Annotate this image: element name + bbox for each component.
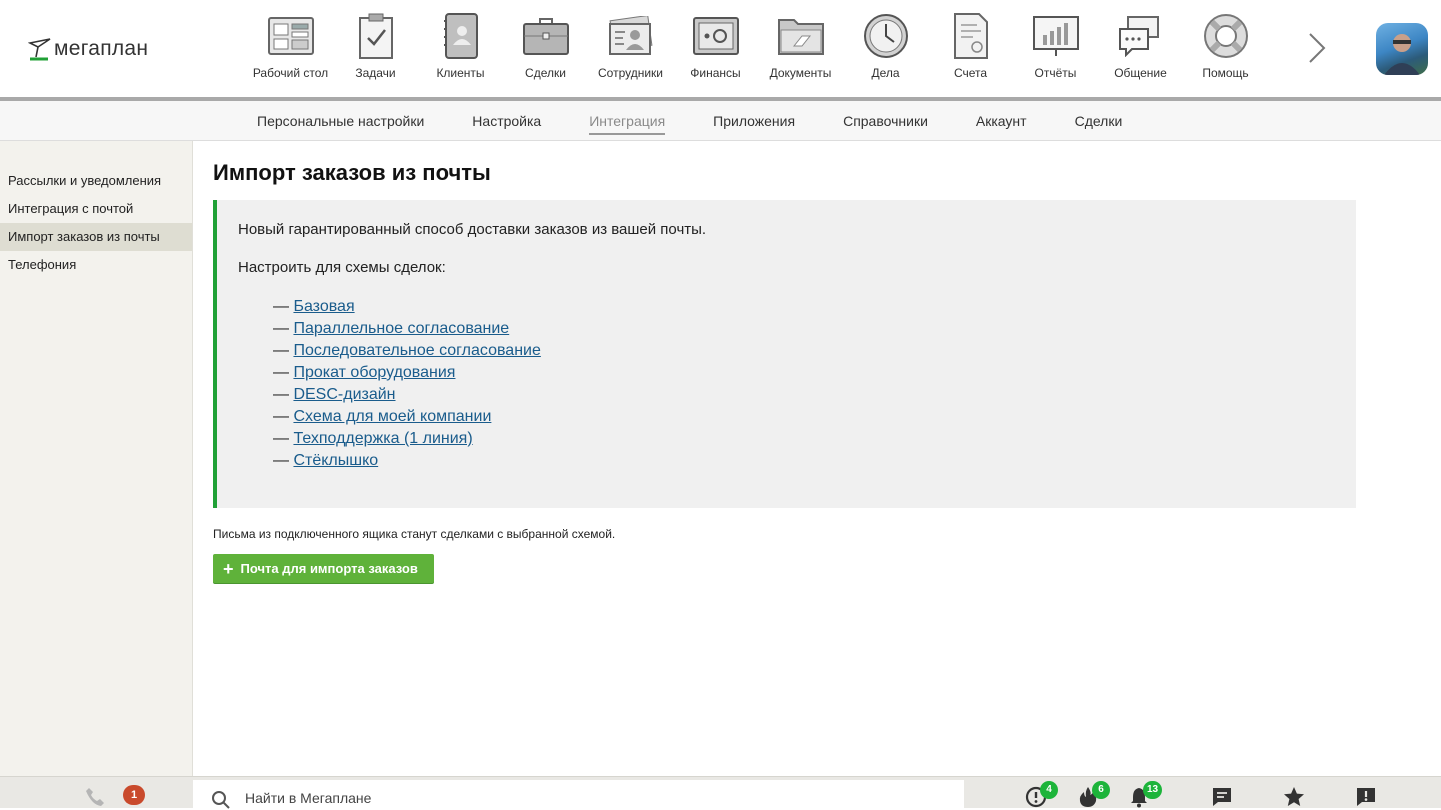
tab-directories[interactable]: Справочники <box>819 101 952 141</box>
configure-label: Настроить для схемы сделок: <box>238 259 446 276</box>
nav-item-finance[interactable]: Финансы <box>673 12 758 80</box>
nav-label: Счета <box>953 66 988 80</box>
add-button-label: Почта для импорта заказов <box>240 561 418 576</box>
alerts-badge[interactable]: 4 <box>1040 781 1058 799</box>
settings-subnav: Персональные настройки Настройка Интегра… <box>0 101 1441 141</box>
tab-settings[interactable]: Настройка <box>448 101 565 141</box>
sidebar-item-telephony[interactable]: Телефония <box>0 251 192 279</box>
search-input[interactable] <box>245 786 945 810</box>
invoices-icon <box>947 12 995 60</box>
message-icon[interactable] <box>1210 785 1234 809</box>
nav-label: Сотрудники <box>598 66 663 80</box>
info-box: Новый гарантированный способ доставки за… <box>213 200 1356 508</box>
tab-account[interactable]: Аккаунт <box>952 101 1051 141</box>
star-icon[interactable] <box>1282 785 1306 809</box>
search-icon <box>212 791 230 809</box>
clock-icon <box>862 12 910 60</box>
list-item: — Стёклышко <box>273 452 379 469</box>
nav-item-help[interactable]: Помощь <box>1183 12 1268 80</box>
page-title: Импорт заказов из почты <box>213 160 491 185</box>
sidebar-item-order-import[interactable]: Импорт заказов из почты <box>0 223 192 251</box>
scheme-link[interactable]: Параллельное согласование <box>293 320 509 337</box>
nav-label: Общение <box>1114 66 1167 80</box>
tab-deals[interactable]: Сделки <box>1051 101 1147 141</box>
main-content: Импорт заказов из почты Новый гарантиров… <box>213 141 1356 583</box>
chat-icon <box>1117 12 1165 60</box>
nav-label: Дела <box>871 66 900 80</box>
nav-item-chat[interactable]: Общение <box>1098 12 1183 80</box>
nav-item-desktop[interactable]: Рабочий стол <box>248 12 333 80</box>
scheme-link[interactable]: Стёклышко <box>293 452 378 469</box>
nav-label: Помощь <box>1202 66 1249 80</box>
nav-label: Отчёты <box>1034 66 1077 80</box>
sidebar-item-mail-integration[interactable]: Интеграция с почтой <box>0 195 192 223</box>
nav-label: Задачи <box>355 66 396 80</box>
list-item: — Прокат оборудования <box>273 364 456 381</box>
scheme-link[interactable]: Базовая <box>293 298 354 315</box>
top-header: мегаплан Рабочий стол Задачи Клиенты Сде… <box>0 0 1441 97</box>
nav-item-invoices[interactable]: Счета <box>928 12 1013 80</box>
phone-icon[interactable] <box>84 786 106 808</box>
list-item: — Техподдержка (1 линия) <box>273 430 473 447</box>
nav-item-activities[interactable]: Дела <box>843 12 928 80</box>
chevron-right-icon[interactable] <box>1302 28 1330 68</box>
scheme-link[interactable]: Техподдержка (1 линия) <box>293 430 472 447</box>
clients-icon <box>437 12 485 60</box>
nav-label: Рабочий стол <box>252 66 329 80</box>
nav-label: Клиенты <box>436 66 485 80</box>
megaplan-logo[interactable]: мегаплан <box>28 34 148 64</box>
add-import-mail-button[interactable]: + Почта для импорта заказов <box>213 554 434 583</box>
employees-icon <box>607 12 655 60</box>
finance-icon <box>692 12 740 60</box>
tasks-icon <box>352 12 400 60</box>
missed-calls-badge[interactable]: 1 <box>123 785 145 805</box>
nav-item-clients[interactable]: Клиенты <box>418 12 503 80</box>
plus-icon: + <box>223 558 234 579</box>
documents-icon <box>777 12 825 60</box>
hint-text: Письма из подключенного ящика станут сде… <box>213 527 616 541</box>
scheme-link[interactable]: Прокат оборудования <box>293 364 455 381</box>
nav-label: Документы <box>769 66 832 80</box>
tab-personal-settings[interactable]: Персональные настройки <box>233 101 448 141</box>
scheme-list: — Базовая — Параллельное согласование — … <box>238 296 1356 472</box>
hot-badge[interactable]: 6 <box>1092 781 1110 799</box>
sidebar-item-mailings[interactable]: Рассылки и уведомления <box>0 167 192 195</box>
bottom-bar: 1 4 6 13 <box>0 776 1441 810</box>
tab-applications[interactable]: Приложения <box>689 101 819 141</box>
list-item: — Схема для моей компании <box>273 408 492 425</box>
main-nav: Рабочий стол Задачи Клиенты Сделки Сотру… <box>248 12 1268 80</box>
global-search <box>193 780 964 810</box>
scheme-link[interactable]: DESC-дизайн <box>293 386 395 403</box>
list-item: — Последовательное согласование <box>273 342 541 359</box>
nav-label: Сделки <box>525 66 566 80</box>
nav-item-reports[interactable]: Отчёты <box>1013 12 1098 80</box>
notifications-badge[interactable]: 13 <box>1143 781 1163 799</box>
sidebar: Рассылки и уведомления Интеграция с почт… <box>0 141 193 776</box>
logo-plane-icon <box>28 38 51 61</box>
lifebuoy-icon <box>1202 12 1250 60</box>
deals-icon <box>522 12 570 60</box>
nav-item-tasks[interactable]: Задачи <box>333 12 418 80</box>
nav-item-employees[interactable]: Сотрудники <box>588 12 673 80</box>
scheme-link[interactable]: Схема для моей компании <box>293 408 491 425</box>
desktop-icon <box>267 12 315 60</box>
logo-text: мегаплан <box>54 37 149 60</box>
avatar-photo-icon <box>1384 34 1420 75</box>
intro-text: Новый гарантированный способ доставки за… <box>238 221 707 238</box>
list-item: — Параллельное согласование <box>273 320 510 337</box>
feedback-icon[interactable] <box>1354 785 1378 809</box>
nav-item-deals[interactable]: Сделки <box>503 12 588 80</box>
reports-icon <box>1032 12 1080 60</box>
nav-label: Финансы <box>690 66 741 80</box>
tab-integration[interactable]: Интеграция <box>565 101 689 141</box>
nav-item-documents[interactable]: Документы <box>758 12 843 80</box>
list-item: — Базовая <box>273 298 355 315</box>
scheme-link[interactable]: Последовательное согласование <box>293 342 540 359</box>
user-avatar[interactable] <box>1376 23 1428 75</box>
list-item: — DESC-дизайн <box>273 386 396 403</box>
